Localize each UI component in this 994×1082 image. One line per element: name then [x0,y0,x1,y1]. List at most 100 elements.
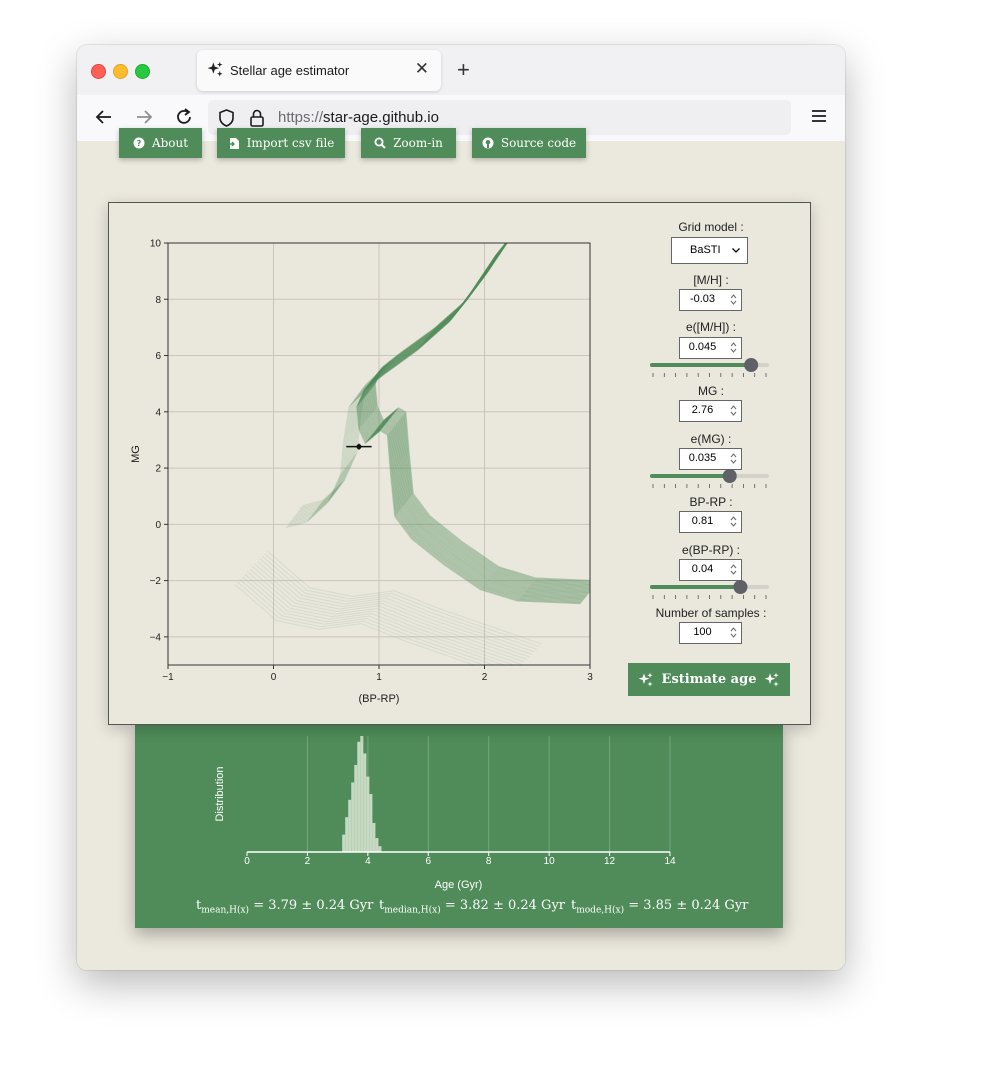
histogram-bar [354,765,358,852]
histogram-bar [342,834,346,852]
minimize-window-button[interactable] [113,64,128,79]
estimate-age-button[interactable]: Estimate age [628,663,790,696]
lock-icon[interactable] [249,109,265,127]
spinner-icon[interactable] [730,564,737,575]
histogram-bar [363,753,367,852]
histogram-bar [366,776,370,852]
zoom-in-button[interactable]: Zoom-in [361,128,456,158]
isochrone-line [371,243,590,586]
source-code-button[interactable]: Source code [472,128,586,158]
x-axis-label: (BP-RP) [359,693,400,705]
grid-model-select[interactable]: BaSTI [671,237,748,264]
star-point [356,444,362,450]
spinner-icon[interactable] [730,627,737,638]
back-arrow-icon[interactable] [94,107,114,127]
spinner-icon[interactable] [730,405,737,416]
nsamples-label: Number of samples : [655,606,767,620]
emh-slider[interactable] [648,356,772,380]
hist-x-axis-label: Age (Gyr) [435,879,483,891]
nsamples-input[interactable]: 100 [679,622,742,644]
slider-fill [650,474,730,478]
histogram-bar [345,817,349,852]
slider-thumb [744,358,759,372]
question-circle-icon: ? [133,137,145,149]
forward-arrow-icon[interactable] [134,107,154,127]
x-tick-label: 1 [376,672,382,683]
emh-label: e([M/H]) : [686,320,736,334]
hist-y-axis-label: Distribution [214,766,226,821]
cmd-chart[interactable]: −1 0 1 2 3 −4 −2 0 2 4 6 8 10 (BP-RP) MG [109,203,629,724]
mean-age-stat: tmean,H(x) = 3.79 ± 0.24 Gyr [196,898,374,916]
y-tick-label: 10 [150,239,162,250]
median-age-stat: tmedian,H(x) = 3.82 ± 0.24 Gyr [379,898,565,916]
mode-age-stat: tmode,H(x) = 3.85 ± 0.24 Gyr [571,898,749,916]
histogram-bar [372,823,376,852]
histogram-bar [375,838,379,852]
bprp-input[interactable]: 0.81 [679,511,742,533]
y-tick-label: 4 [155,407,161,418]
histogram-bar [357,741,361,852]
main-panel: −1 0 1 2 3 −4 −2 0 2 4 6 8 10 (BP-RP) MG Grid model : … [108,202,811,725]
plot-area [168,243,590,665]
grid-model-label: Grid model : [678,220,744,234]
hamburger-menu-icon[interactable] [811,109,827,123]
y-tick-label: 6 [155,351,161,362]
file-import-icon [227,137,239,149]
slider-thumb [733,580,748,594]
sparkles-icon [207,61,223,77]
histogram-bar [360,736,364,852]
mh-label: [M/H] : [693,273,729,287]
close-window-button[interactable] [91,64,106,79]
histogram-bar [348,799,352,852]
url-text: https://star-age.github.io [278,109,439,126]
hist-x-tick-label: 6 [426,856,432,867]
new-tab-button[interactable]: + [457,59,470,81]
hist-x-tick-label: 2 [305,856,311,867]
github-icon [482,137,494,149]
slider-fill [650,585,741,589]
emg-label: e(MG) : [690,432,732,446]
import-csv-button[interactable]: Import csv file [217,128,345,158]
about-button[interactable]: ? About [119,128,202,158]
spinner-icon[interactable] [730,294,737,305]
shield-icon[interactable] [218,109,235,127]
y-tick-label: 8 [155,295,161,306]
bprp-label: BP-RP : [689,495,733,509]
x-tick-label: 3 [587,672,593,683]
histogram-bar [378,846,382,852]
histogram-bar [369,794,373,852]
mg-input[interactable]: 2.76 [679,400,742,422]
hist-x-tick-label: 0 [244,856,250,867]
x-tick-label: −1 [162,672,174,683]
magnifier-icon [374,137,386,149]
svg-text:?: ? [137,139,142,148]
hist-x-tick-label: 12 [604,856,616,867]
estimate-age-label: Estimate age [661,672,757,687]
slider-fill [650,363,752,367]
y-tick-label: 0 [155,520,161,531]
sparkles-icon [638,672,653,687]
ebprp-label: e(BP-RP) : [681,543,740,557]
close-tab-icon[interactable]: ✕ [415,60,429,77]
hist-x-tick-label: 14 [664,856,676,867]
browser-tab[interactable]: Stellar age estimator ✕ [197,50,441,91]
mh-input[interactable]: -0.03 [679,289,742,311]
y-tick-label: −2 [150,576,162,587]
slider-thumb [722,469,737,483]
spinner-icon[interactable] [730,453,737,464]
reload-icon[interactable] [174,107,194,127]
x-tick-label: 0 [271,672,277,683]
ebprp-slider[interactable] [648,578,772,602]
mg-label: MG : [698,384,724,398]
emg-slider[interactable] [648,467,772,491]
x-tick-label: 2 [482,672,488,683]
spinner-icon[interactable] [730,342,737,353]
chevron-down-icon [732,248,740,253]
about-label: About [151,136,189,150]
title-bar: Stellar age estimator ✕ + [77,45,845,95]
histogram-bar [351,782,355,852]
maximize-window-button[interactable] [135,64,150,79]
spinner-icon[interactable] [730,516,737,527]
hist-x-tick-label: 8 [486,856,492,867]
hist-x-tick-label: 4 [365,856,371,867]
